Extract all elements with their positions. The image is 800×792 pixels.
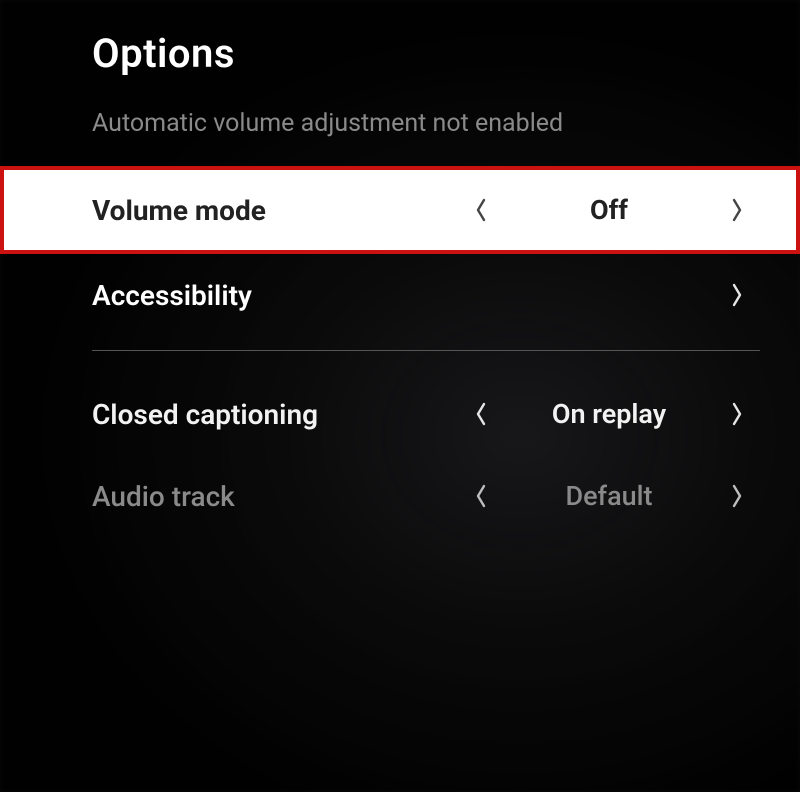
- accessibility-row[interactable]: Accessibility: [0, 254, 800, 336]
- chevron-right-icon[interactable]: [714, 483, 760, 509]
- page-title: Options: [0, 20, 800, 101]
- volume-mode-label: Volume mode: [92, 194, 458, 227]
- closed-captioning-row[interactable]: Closed captioning On replay: [0, 373, 800, 455]
- audio-track-value: Default: [504, 480, 714, 512]
- audio-track-label: Audio track: [92, 480, 458, 513]
- chevron-left-icon[interactable]: [458, 401, 504, 427]
- chevron-right-icon[interactable]: [714, 401, 760, 427]
- chevron-left-icon[interactable]: [458, 197, 504, 223]
- divider: [92, 350, 760, 351]
- chevron-left-icon[interactable]: [458, 483, 504, 509]
- options-panel: Options Automatic volume adjustment not …: [0, 0, 800, 537]
- volume-mode-description: Automatic volume adjustment not enabled: [0, 101, 800, 166]
- closed-captioning-value: On replay: [504, 398, 714, 430]
- chevron-right-icon: [714, 282, 760, 308]
- volume-mode-row[interactable]: Volume mode Off: [0, 166, 800, 254]
- chevron-right-icon[interactable]: [714, 197, 760, 223]
- accessibility-label: Accessibility: [92, 279, 714, 312]
- audio-track-row[interactable]: Audio track Default: [0, 455, 800, 537]
- closed-captioning-label: Closed captioning: [92, 398, 458, 431]
- volume-mode-value: Off: [504, 194, 714, 226]
